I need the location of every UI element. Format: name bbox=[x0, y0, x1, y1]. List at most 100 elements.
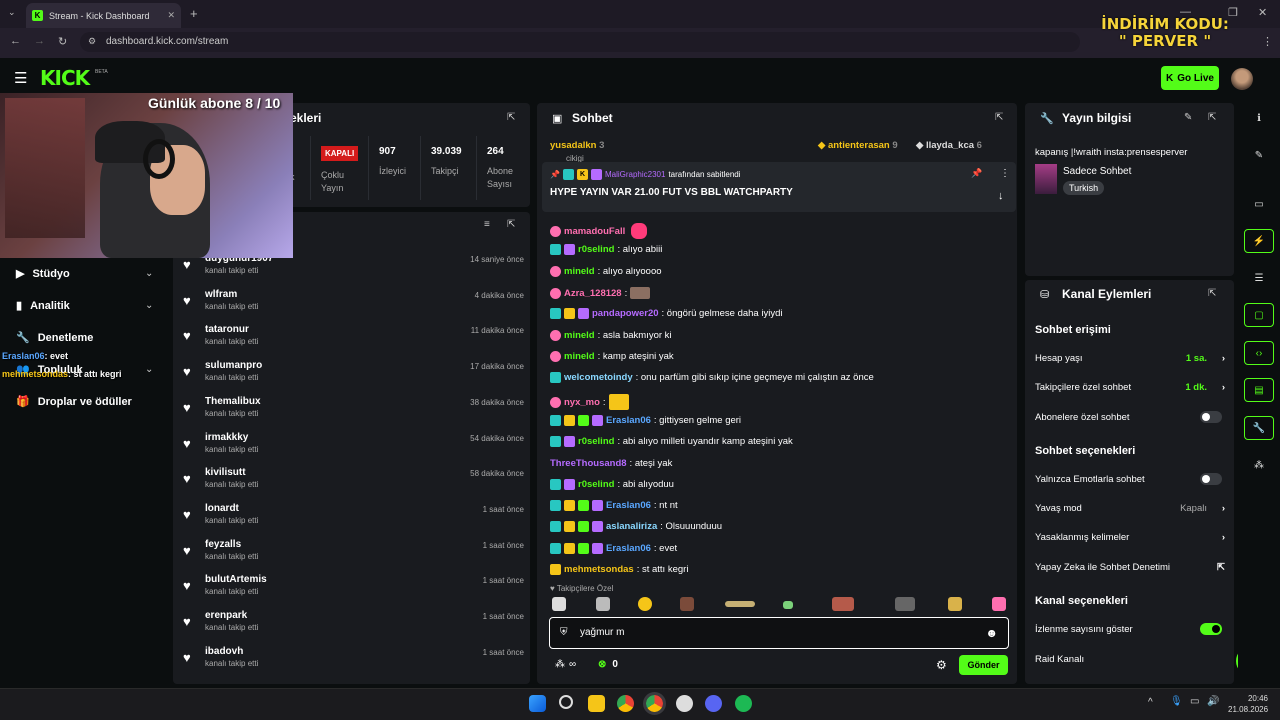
follower-row[interactable]: ♥ wlfram kanalı takip etti 4 dakika önce bbox=[183, 289, 528, 323]
follower-row[interactable]: ♥ sulumanpro kanalı takip etti 17 dakika ön… bbox=[183, 360, 528, 394]
network-icon[interactable]: ▭ bbox=[1190, 696, 1199, 707]
follower-name[interactable]: lonardt bbox=[205, 503, 239, 514]
info-icon[interactable]: ℹ bbox=[1244, 106, 1274, 130]
chat-username[interactable]: mineld bbox=[564, 330, 595, 341]
emote-icon[interactable] bbox=[832, 597, 854, 611]
emote-icon[interactable] bbox=[725, 601, 755, 607]
chat-username[interactable]: r0selind bbox=[578, 436, 614, 447]
sidebar-item-analytics[interactable]: ▮ Analitik bbox=[16, 299, 70, 313]
followers-only-setting[interactable]: Takipçilere özel sohbet 1 dk. › bbox=[1035, 382, 1225, 393]
category-thumbnail[interactable] bbox=[1035, 164, 1057, 194]
filter-icon[interactable]: ≡ bbox=[484, 219, 490, 230]
chat-username[interactable]: r0selind bbox=[578, 244, 614, 255]
chat-username[interactable]: Eraslan06 bbox=[606, 500, 651, 511]
chat-username[interactable]: nyx_mo bbox=[564, 397, 600, 408]
user-avatar[interactable] bbox=[1231, 68, 1253, 90]
wrench-icon[interactable]: 🔧 bbox=[1244, 416, 1274, 440]
chevron-down-icon[interactable]: ⌄ bbox=[145, 268, 153, 279]
stats-icon[interactable]: ▤ bbox=[1244, 378, 1274, 402]
discord-icon[interactable] bbox=[705, 695, 722, 712]
follower-row[interactable]: ♥ ibadovh kanalı takip etti 1 saat önce bbox=[183, 646, 528, 680]
top-user-1[interactable]: yusadalkn 3 bbox=[550, 140, 604, 151]
chrome-icon[interactable] bbox=[617, 695, 634, 712]
chat-username[interactable]: mamadouFall bbox=[564, 226, 625, 237]
emote-icon[interactable] bbox=[992, 597, 1006, 611]
chat-username[interactable]: Eraslan06 bbox=[606, 415, 651, 426]
close-window-icon[interactable]: ✕ bbox=[1258, 6, 1267, 19]
file-explorer-icon[interactable] bbox=[588, 695, 605, 712]
sidebar-item-studio[interactable]: ▶ Stüdyo bbox=[16, 267, 70, 281]
chat-username[interactable]: aslanaliriza bbox=[606, 521, 657, 532]
new-tab-icon[interactable]: + bbox=[190, 6, 198, 21]
browser-menu-icon[interactable]: ⋮ bbox=[1262, 35, 1273, 48]
address-bar[interactable]: dashboard.kick.com/stream bbox=[80, 32, 1080, 52]
spotify-icon[interactable] bbox=[735, 695, 752, 712]
top-user-3[interactable]: ◆ llayda_kca 6 bbox=[916, 140, 982, 151]
gear-icon[interactable]: ⚙ bbox=[936, 658, 947, 672]
chat-username[interactable]: Eraslan06 bbox=[606, 543, 651, 554]
chat-username[interactable]: mineld bbox=[564, 351, 595, 362]
slow-mode-setting[interactable]: Yavaş mod Kapalı › bbox=[1035, 503, 1225, 514]
chat-username[interactable]: mehmetsondas bbox=[564, 564, 634, 575]
unpin-icon[interactable]: 📌 bbox=[971, 168, 982, 179]
subs-only-toggle[interactable] bbox=[1200, 411, 1222, 423]
follower-name[interactable]: kivilisutt bbox=[205, 467, 246, 478]
follower-row[interactable]: ♥ tataronur kanalı takip etti 11 dakika önc… bbox=[183, 324, 528, 358]
emote-only-toggle[interactable] bbox=[1200, 473, 1222, 485]
ai-moderation-setting[interactable]: Yapay Zeka ile Sohbet Denetimi ⇱ bbox=[1035, 562, 1225, 573]
follower-row[interactable]: ♥ bulutArtemis kanalı takip etti 1 saat önc… bbox=[183, 574, 528, 608]
reload-icon[interactable]: ↻ bbox=[58, 35, 67, 48]
chrome-active-icon[interactable] bbox=[643, 692, 666, 715]
raid-setting[interactable]: Raid Kanalı bbox=[1035, 654, 1225, 665]
popout-icon[interactable]: ⇱ bbox=[1208, 288, 1216, 299]
sidebar-item-moderation[interactable]: 🔧 Denetleme bbox=[16, 331, 93, 345]
follower-name[interactable]: ibadovh bbox=[205, 646, 243, 657]
top-user-2[interactable]: ◆ antienterasan 9 bbox=[818, 140, 898, 151]
chat-username[interactable]: ThreeThousand8 bbox=[550, 458, 627, 469]
show-viewers-toggle[interactable] bbox=[1200, 623, 1222, 635]
chat-username[interactable]: r0selind bbox=[578, 479, 614, 490]
chat-username[interactable]: pandapower20 bbox=[592, 308, 659, 319]
more-options-icon[interactable]: ⋮ bbox=[1000, 168, 1010, 179]
chevron-down-icon[interactable]: ⌄ bbox=[145, 364, 153, 375]
forward-icon[interactable]: → bbox=[34, 35, 45, 47]
chat-username[interactable]: Azra_128128 bbox=[564, 288, 622, 299]
clock[interactable]: 20:46 21.08.2026 bbox=[1228, 693, 1268, 715]
popout-icon[interactable]: ⇱ bbox=[507, 219, 515, 230]
tray-chevron-icon[interactable]: ^ bbox=[1148, 697, 1153, 708]
follower-name[interactable]: tataronur bbox=[205, 324, 249, 335]
video-icon[interactable]: ▭ bbox=[1244, 192, 1274, 216]
volume-icon[interactable]: 🔊 bbox=[1207, 696, 1219, 707]
tab-close-icon[interactable]: ✕ bbox=[167, 10, 175, 21]
browser-tab[interactable]: K Stream - Kick Dashboard ✕ bbox=[26, 3, 181, 28]
follower-row[interactable]: ♥ lonardt kanalı takip etti 1 saat önce bbox=[183, 503, 528, 537]
back-icon[interactable]: ← bbox=[10, 35, 21, 47]
search-icon[interactable] bbox=[559, 695, 573, 709]
banned-words-setting[interactable]: Yasaklanmış kelimeler › bbox=[1035, 532, 1225, 543]
follower-name[interactable]: sulumanpro bbox=[205, 360, 262, 371]
site-info-icon[interactable]: ⚙ bbox=[88, 36, 96, 47]
edit-icon[interactable]: ✎ bbox=[1244, 143, 1274, 167]
popout-icon[interactable]: ⇱ bbox=[1208, 112, 1216, 123]
hamburger-menu-icon[interactable]: ☰ bbox=[14, 69, 27, 87]
follower-row[interactable]: ♥ Themalibux kanalı takip etti 38 dakika ön… bbox=[183, 396, 528, 430]
follower-row[interactable]: ♥ duygunur1907 kanalı takip etti 14 saniye … bbox=[183, 253, 528, 287]
app-icon[interactable] bbox=[676, 695, 693, 712]
kick-points[interactable]: ⊗ 0 bbox=[598, 659, 618, 670]
follower-row[interactable]: ♥ irmakkky kanalı takip etti 54 dakika önce bbox=[183, 432, 528, 466]
chevron-down-icon[interactable]: ⌄ bbox=[145, 300, 153, 311]
edit-icon[interactable]: ✎ bbox=[1184, 112, 1192, 123]
emote-icon[interactable] bbox=[596, 597, 610, 611]
follower-row[interactable]: ♥ feyzalls kanalı takip etti 1 saat önce bbox=[183, 539, 528, 573]
chat-bubble-icon[interactable]: ▢ bbox=[1244, 303, 1274, 327]
popout-icon[interactable]: ⇱ bbox=[507, 112, 515, 123]
chat-username[interactable]: mineld bbox=[564, 266, 595, 277]
mic-icon[interactable]: 🎙 bbox=[1170, 696, 1183, 707]
follower-name[interactable]: irmakkky bbox=[205, 432, 248, 443]
emote-icon[interactable] bbox=[948, 597, 962, 611]
chat-username[interactable]: welcometoindy bbox=[564, 372, 633, 383]
lightning-icon[interactable]: ⚡ bbox=[1244, 229, 1274, 253]
follower-name[interactable]: wlfram bbox=[205, 289, 237, 300]
follower-row[interactable]: ♥ erenpark kanalı takip etti 1 saat önce bbox=[183, 610, 528, 644]
kick-logo[interactable]: KICK bbox=[40, 66, 90, 90]
